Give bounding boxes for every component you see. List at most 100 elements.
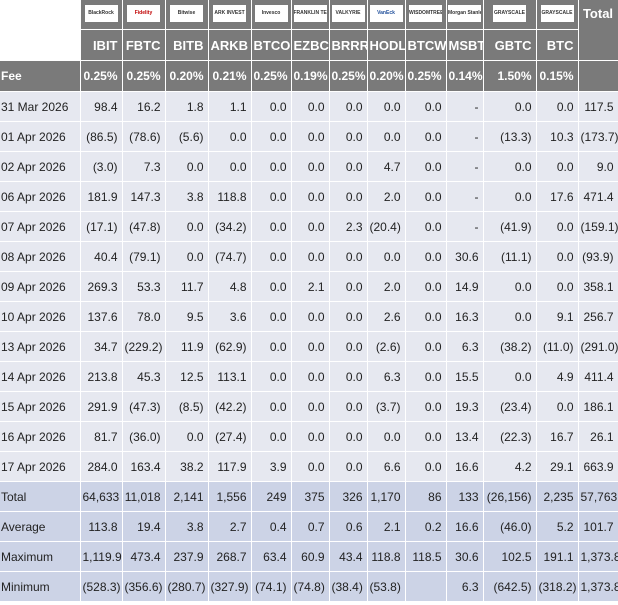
flow-cell: 0.0: [251, 421, 292, 452]
summary-cell: 19.4: [122, 511, 166, 542]
table-row: 13 Apr 2026 34.7 (229.2) 11.9 (62.9) 0.0 0.0 0.…: [0, 331, 618, 362]
issuer-logo-cell: Bitwise: [165, 0, 209, 30]
flow-cell: 0.0: [329, 241, 368, 272]
table-row: 09 Apr 2026 269.3 53.3 11.7 4.8 0.0 2.1 0.0 2.0 0…: [0, 271, 618, 302]
ticker-row: IBIT FBTC BITB ARKB BTCO EZBC BRRR HODL BTCW MSBT…: [0, 29, 618, 61]
table-row: 17 Apr 2026 284.0 163.4 38.2 117.9 3.9 0.0 0.0 6…: [0, 451, 618, 482]
summary-cell: [405, 571, 447, 602]
summary-cell: 118.8: [367, 541, 406, 572]
summary-total: 57,763: [578, 481, 618, 512]
table-row: 06 Apr 2026 181.9 147.3 3.8 118.8 0.0 0.0 0.0 2.…: [0, 181, 618, 212]
summary-cell: (38.4): [329, 571, 368, 602]
flow-cell: (229.2): [122, 331, 166, 362]
flow-cell: 7.3: [122, 151, 166, 182]
flow-cell: 11.7: [165, 271, 209, 302]
table-row: 01 Apr 2026 (86.5) (78.6) (5.6) 0.0 0.0 0.0 0.0…: [0, 121, 618, 152]
flow-cell: 0.0: [165, 421, 209, 452]
row-date: 31 Mar 2026: [0, 91, 81, 122]
issuer-logo: FRANKLIN TEMPLETON: [293, 4, 327, 22]
flow-cell: 0.0: [208, 121, 252, 152]
flow-cell: 0.0: [536, 91, 579, 122]
flow-cell: 15.5: [446, 361, 484, 392]
row-total: 471.4: [578, 181, 618, 212]
issuer-logo: Morgan Stanley: [448, 4, 481, 22]
flow-cell: 12.5: [165, 361, 209, 392]
summary-cell: 0.7: [291, 511, 330, 542]
flow-cell: 0.0: [291, 421, 330, 452]
summary-cell: 237.9: [165, 541, 209, 572]
flow-cell: 2.6: [367, 301, 406, 332]
flow-cell: -: [446, 151, 484, 182]
flow-cell: 0.0: [329, 361, 368, 392]
flow-cell: 0.0: [405, 331, 447, 362]
flow-cell: 0.0: [405, 451, 447, 482]
summary-cell: (642.5): [483, 571, 537, 602]
fee-value: 0.25%: [251, 60, 292, 92]
flow-cell: 0.0: [367, 121, 406, 152]
summary-cell: 268.7: [208, 541, 252, 572]
row-total: 9.0: [578, 151, 618, 182]
issuer-logo-cell: VanEck: [367, 0, 406, 30]
fee-value: 1.50%: [483, 60, 537, 92]
row-date: 15 Apr 2026: [0, 391, 81, 422]
row-date: 10 Apr 2026: [0, 301, 81, 332]
flow-cell: 16.6: [446, 451, 484, 482]
fee-value: 0.20%: [367, 60, 406, 92]
flow-cell: 0.0: [251, 271, 292, 302]
flow-cell: (78.6): [122, 121, 166, 152]
row-total: 117.5: [578, 91, 618, 122]
row-total: (173.7): [578, 121, 618, 152]
fee-value: 0.14%: [446, 60, 484, 92]
row-date: 08 Apr 2026: [0, 241, 81, 272]
summary-cell: (74.1): [251, 571, 292, 602]
flow-cell: 38.2: [165, 451, 209, 482]
ticker-header: MSBT: [446, 29, 484, 61]
flow-cell: 213.8: [80, 361, 123, 392]
summary-cell: (26,156): [483, 481, 537, 512]
fee-row: Fee 0.25% 0.25% 0.20% 0.21% 0.25% 0.19% 0.25% 0.…: [0, 60, 618, 92]
flow-cell: 0.0: [251, 91, 292, 122]
flow-cell: (86.5): [80, 121, 123, 152]
flow-cell: 0.0: [329, 391, 368, 422]
flow-cell: 284.0: [80, 451, 123, 482]
ticker-header: IBIT: [80, 29, 123, 61]
flow-cell: 0.0: [291, 241, 330, 272]
summary-total: 1,373.8: [578, 541, 618, 572]
flow-cell: 17.6: [536, 181, 579, 212]
issuer-logo: Bitwise: [170, 4, 203, 22]
flow-cell: 0.0: [329, 331, 368, 362]
flow-cell: 13.4: [446, 421, 484, 452]
row-date: 02 Apr 2026: [0, 151, 81, 182]
flow-cell: 0.0: [405, 181, 447, 212]
issuer-logo-cell: VALKYRIE: [329, 0, 368, 30]
flow-cell: 0.0: [165, 211, 209, 242]
row-date: 16 Apr 2026: [0, 421, 81, 452]
table-row: 16 Apr 2026 81.7 (36.0) 0.0 (27.4) 0.0 0.0 0.0 0…: [0, 421, 618, 452]
issuer-logo-cell: FRANKLIN TEMPLETON: [291, 0, 330, 30]
flow-cell: 0.0: [251, 181, 292, 212]
flow-cell: 0.0: [251, 241, 292, 272]
row-total: (291.0): [578, 331, 618, 362]
summary-row: Average 113.8 19.4 3.8 2.7 0.4 0.7 0.6 2.1 0.2 16.…: [0, 511, 618, 542]
flow-cell: 0.0: [405, 151, 447, 182]
flow-cell: 78.0: [122, 301, 166, 332]
fee-value: 0.21%: [208, 60, 252, 92]
summary-cell: 2.1: [367, 511, 406, 542]
summary-cell: 1,119.9: [80, 541, 123, 572]
flow-cell: -: [446, 181, 484, 212]
summary-cell: 6.3: [446, 571, 484, 602]
flow-cell: (41.9): [483, 211, 537, 242]
fee-label: Fee: [0, 60, 81, 92]
row-date: 09 Apr 2026: [0, 271, 81, 302]
flow-cell: 40.4: [80, 241, 123, 272]
summary-cell: (318.2): [536, 571, 579, 602]
summary-cell: (74.8): [291, 571, 330, 602]
row-date: 01 Apr 2026: [0, 121, 81, 152]
summary-cell: 0.4: [251, 511, 292, 542]
flow-cell: -: [446, 91, 484, 122]
flow-cell: 0.0: [291, 91, 330, 122]
row-date: 13 Apr 2026: [0, 331, 81, 362]
flow-cell: 0.0: [291, 121, 330, 152]
flow-cell: 0.0: [251, 121, 292, 152]
flow-cell: 0.0: [483, 91, 537, 122]
